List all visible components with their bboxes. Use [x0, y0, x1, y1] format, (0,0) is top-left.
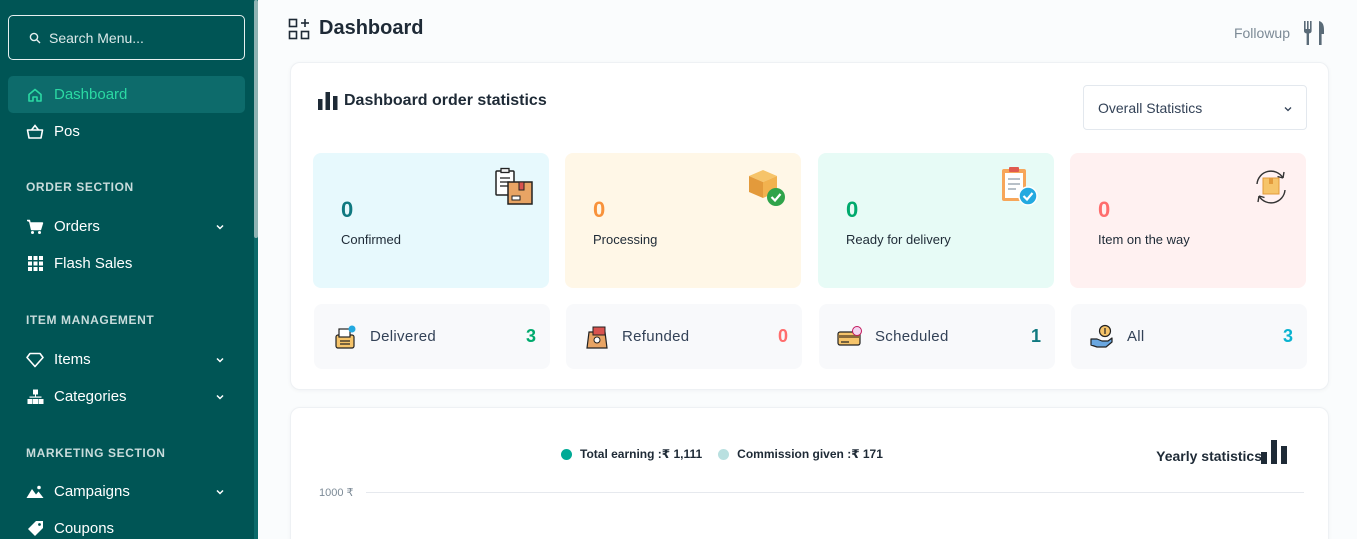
stat-mini-label: Scheduled: [875, 328, 949, 345]
legend-label-commission: Commission given :₹ 171: [737, 447, 883, 461]
stat-tile-label: Confirmed: [341, 232, 401, 247]
stat-tile-label: Ready for delivery: [846, 232, 951, 247]
stat-tile-label: Item on the way: [1098, 232, 1190, 247]
stat-tile-confirmed[interactable]: 0 Confirmed: [313, 153, 549, 288]
legend-dot-earning: [561, 448, 572, 460]
sidebar-item-label: Coupons: [54, 520, 115, 537]
clipboard-box-icon: [495, 167, 533, 205]
stat-mini-delivered[interactable]: Delivered 3: [314, 304, 550, 369]
sidebar-item-items[interactable]: Items: [8, 341, 245, 378]
basket-icon: [26, 123, 44, 141]
statistics-filter-value: Overall Statistics: [1098, 99, 1203, 116]
section-title-marketing: MARKETING SECTION: [26, 446, 166, 460]
statistics-filter-select[interactable]: Overall Statistics: [1083, 85, 1307, 130]
stat-tile-item-on-the-way[interactable]: 0 Item on the way: [1070, 153, 1306, 288]
sidebar-item-coupons[interactable]: Coupons: [8, 510, 245, 539]
stat-tile-value: 0: [846, 197, 859, 222]
chevron-down-icon: [216, 394, 224, 400]
stats-title: Dashboard order statistics: [318, 90, 547, 110]
sync-box-icon: [1256, 170, 1286, 204]
chart-gridline: [366, 492, 1304, 493]
stat-mini-label: All: [1127, 328, 1145, 345]
followup-label: Followup: [1233, 25, 1290, 41]
box-check-icon: [749, 170, 785, 206]
main-content: Dashboard Followup Dashboard order stati…: [258, 0, 1357, 539]
refund-bag-icon: [586, 326, 608, 349]
stat-tile-label: Processing: [593, 232, 658, 247]
sidebar-item-pos[interactable]: Pos: [8, 113, 245, 150]
sidebar-item-label: Campaigns: [54, 483, 130, 500]
stat-mini-all[interactable]: All 3: [1071, 304, 1307, 369]
sidebar-item-label: Dashboard: [54, 86, 128, 103]
page-title: Dashboard: [319, 17, 424, 39]
stat-mini-scheduled[interactable]: Scheduled 1: [819, 304, 1055, 369]
cart-icon: [26, 218, 44, 236]
sidebar-item-label: Flash Sales: [54, 255, 133, 272]
tag-icon: [26, 520, 44, 538]
delivered-icon: [335, 325, 356, 349]
stat-mini-refunded[interactable]: Refunded 0: [566, 304, 802, 369]
stat-mini-label: Refunded: [622, 328, 690, 345]
sidebar-item-dashboard[interactable]: Dashboard: [8, 76, 245, 113]
legend-dot-commission: [718, 448, 730, 460]
y-axis-tick-label: 1000 ₹: [319, 487, 354, 499]
sidebar-item-label: Categories: [54, 388, 127, 405]
search-icon: [29, 32, 41, 43]
hand-coin-icon: [1090, 324, 1113, 348]
scheduled-card-icon: [837, 325, 862, 346]
stat-mini-value: 1: [1030, 326, 1041, 346]
sidebar-item-orders[interactable]: Orders: [8, 208, 245, 245]
home-icon: [26, 86, 44, 104]
stat-tile-processing[interactable]: 0 Processing: [565, 153, 801, 288]
stat-mini-value: 3: [525, 326, 536, 346]
stat-mini-value: 3: [1282, 326, 1293, 346]
sidebar-search[interactable]: [8, 15, 245, 60]
stat-mini-value: 0: [777, 326, 788, 346]
stats-title-label: Dashboard order statistics: [344, 92, 547, 109]
section-title-item-management: ITEM MANAGEMENT: [26, 313, 155, 327]
section-title-order: ORDER SECTION: [26, 180, 134, 194]
stat-tile-value: 0: [1098, 197, 1111, 222]
clipboard-check-icon: [1002, 167, 1038, 206]
sidebar-item-label: Pos: [54, 123, 80, 140]
chevron-down-icon: [216, 224, 224, 230]
bar-chart-icon: [318, 92, 338, 110]
order-statistics-card: Dashboard order statistics Overall Stati…: [290, 62, 1329, 390]
page-header: Dashboard: [288, 17, 423, 40]
dashboard-grid-icon: [288, 18, 310, 39]
hierarchy-icon: [26, 388, 44, 406]
yearly-statistics-card: Total earning :₹ 1,111 Commission given …: [290, 407, 1329, 539]
sidebar-item-flash-sales[interactable]: Flash Sales: [8, 245, 245, 282]
chart-title: Yearly statistics: [1156, 448, 1262, 464]
stat-tile-value: 0: [593, 197, 606, 222]
legend-label-earning: Total earning :₹ 1,111: [580, 447, 703, 461]
search-input[interactable]: [49, 29, 229, 46]
legend-item-earning: Total earning :₹ 1,111: [561, 447, 702, 461]
followup-link[interactable]: Followup: [1234, 20, 1326, 46]
sidebar: Dashboard Pos ORDER SECTION Orders Flash…: [0, 0, 258, 539]
mountain-icon: [26, 483, 44, 501]
chart-legend: Total earning :₹ 1,111 Commission given …: [561, 447, 899, 461]
stat-tile-ready-for-delivery[interactable]: 0 Ready for delivery: [818, 153, 1054, 288]
sidebar-item-campaigns[interactable]: Campaigns: [8, 473, 245, 510]
chevron-down-icon: [216, 357, 224, 363]
sidebar-item-label: Items: [54, 351, 91, 368]
stat-mini-label: Delivered: [370, 328, 437, 345]
fork-knife-icon: [1304, 21, 1324, 45]
chevron-down-icon: [1284, 107, 1292, 112]
grid-icon: [26, 255, 44, 273]
sidebar-item-label: Orders: [54, 218, 100, 235]
chevron-down-icon: [216, 489, 224, 495]
sidebar-item-categories[interactable]: Categories: [8, 378, 245, 415]
bar-chart-icon: [1261, 440, 1287, 464]
legend-item-commission: Commission given :₹ 171: [718, 447, 883, 461]
stat-tile-value: 0: [341, 197, 354, 222]
diamond-icon: [26, 351, 44, 369]
